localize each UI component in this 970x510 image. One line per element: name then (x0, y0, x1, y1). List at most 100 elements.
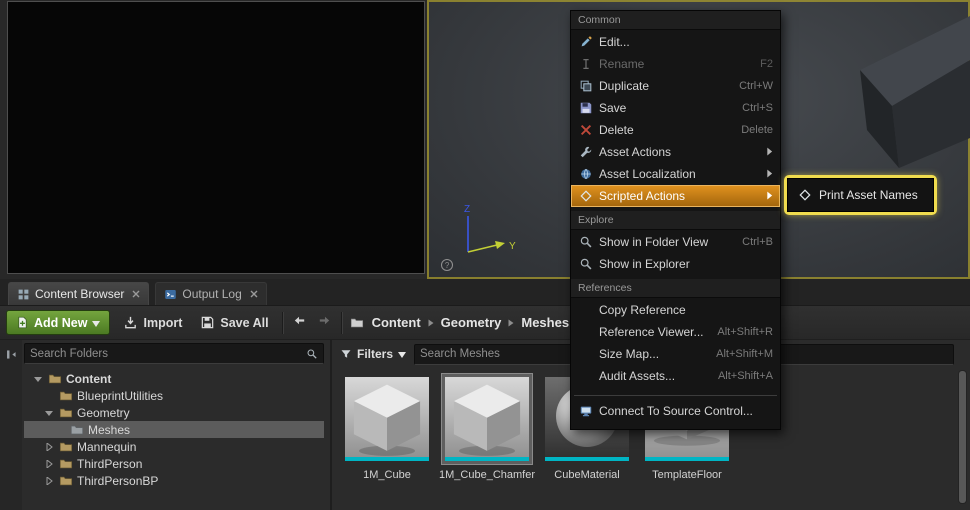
tab-content-browser[interactable]: Content Browser (8, 282, 149, 305)
folder-tree-item-content[interactable]: Content (24, 370, 324, 387)
folder-gold-icon (59, 389, 73, 403)
diamond-icon (578, 189, 594, 203)
menu-item-audit-assets[interactable]: Audit Assets...Alt+Shift+A (571, 365, 780, 387)
expander-collapsed-icon[interactable] (45, 443, 55, 451)
submenu-arrow-icon (766, 145, 773, 159)
asset-tile-1m-cube-chamfer[interactable]: 1M_​Cube_​Chamfer (438, 373, 536, 481)
breadcrumb-item-content[interactable]: Content (372, 315, 421, 330)
menu-item-edit[interactable]: Edit... (571, 31, 780, 53)
back-button[interactable] (291, 313, 308, 333)
sources-panel: ContentBlueprintUtilities Geometry Meshes M… (0, 340, 332, 510)
magnifier-icon (306, 348, 318, 360)
breadcrumb-item-meshes[interactable]: Meshes (521, 315, 569, 330)
save-all-label: Save All (220, 316, 268, 330)
menu-item-label: Asset Actions (599, 145, 761, 159)
tab-output-log[interactable]: Output Log (155, 282, 266, 305)
close-icon[interactable] (129, 290, 140, 298)
menu-item-label: Delete (599, 123, 736, 137)
expander-collapsed-icon[interactable] (45, 460, 55, 468)
import-icon (123, 315, 138, 330)
folder-label: Mannequin (77, 440, 136, 454)
menu-item-reference-viewer[interactable]: Reference Viewer...Alt+Shift+R (571, 321, 780, 343)
search-folders-input[interactable] (30, 348, 302, 360)
import-label: Import (143, 316, 182, 330)
menu-item-duplicate[interactable]: DuplicateCtrl+W (571, 75, 780, 97)
help-icon[interactable]: ? (440, 258, 454, 272)
docked-panel (0, 0, 427, 279)
import-button[interactable]: Import (118, 310, 187, 335)
menu-item-shortcut: Delete (741, 124, 773, 136)
folder-tree-item-mannequin[interactable]: Mannequin (24, 438, 324, 455)
add-new-icon (16, 316, 29, 329)
menu-item-rename[interactable]: RenameF2 (571, 53, 780, 75)
asset-thumbnail (441, 373, 533, 465)
add-new-button[interactable]: Add New (6, 310, 110, 335)
breadcrumb-item-geometry[interactable]: Geometry (441, 315, 502, 330)
breadcrumb: Content Geometry Meshes (372, 315, 570, 330)
asset-thumb-cube (345, 377, 429, 461)
folder-tree-item-geometry[interactable]: Geometry (24, 404, 324, 421)
folder-gold-icon (59, 406, 73, 420)
diamond-icon (798, 188, 812, 202)
menu-item-show-in-explorer[interactable]: Show in Explorer (571, 253, 780, 275)
expander-collapsed-icon[interactable] (45, 477, 55, 485)
magnifier-icon (578, 257, 594, 271)
folder-label: ThirdPerson (77, 457, 142, 471)
menu-item-asset-actions[interactable]: Asset Actions (571, 141, 780, 163)
menu-section: ReferencesCopy ReferenceReference Viewer… (571, 279, 780, 391)
folder-tree-item-thirdperson[interactable]: ThirdPerson (24, 455, 324, 472)
scripted-actions-submenu: Print Asset Names (784, 175, 937, 215)
folder-label: Content (66, 372, 111, 386)
close-icon[interactable] (247, 290, 258, 298)
source-control-icon (578, 404, 594, 418)
submenu-arrow-icon (766, 167, 773, 181)
menu-item-size-map[interactable]: Size Map...Alt+Shift+M (571, 343, 780, 365)
filters-button[interactable]: Filters (340, 347, 406, 361)
asset-type-color-bar (345, 457, 429, 461)
save-all-button[interactable]: Save All (195, 310, 273, 335)
folder-gold-icon (59, 474, 73, 488)
content-browser-icon (17, 288, 30, 301)
menu-item-delete[interactable]: Delete Delete (571, 119, 780, 141)
collapse-sources-icon[interactable] (5, 348, 18, 510)
chevron-down-icon (398, 347, 406, 361)
folder-gold-icon (48, 372, 62, 386)
folder-tree-item-blueprintutilities[interactable]: BlueprintUtilities (24, 387, 324, 404)
scrollbar-thumb[interactable] (959, 371, 966, 503)
folder-tree: ContentBlueprintUtilities Geometry Meshes M… (24, 370, 324, 489)
menu-item-save[interactable]: SaveCtrl+S (571, 97, 780, 119)
folder-plain-icon (70, 423, 84, 437)
content-browser-toolbar: Add New Import Save All Content Geometry M… (0, 306, 970, 340)
folder-label: Meshes (88, 423, 130, 437)
scrollbar[interactable] (958, 370, 967, 504)
menu-item-show-in-folder-view[interactable]: Show in Folder ViewCtrl+B (571, 231, 780, 253)
toolbar-separator (341, 312, 342, 334)
panel-tabbar: Content Browser Output Log (0, 279, 970, 306)
expander-expanded-icon[interactable] (45, 409, 55, 417)
folder-tree-item-thirdpersonbp[interactable]: ThirdPersonBP (24, 472, 324, 489)
menu-section: ExploreShow in Folder ViewCtrl+BShow in … (571, 211, 780, 279)
tab-label: Output Log (182, 287, 241, 301)
menu-item-copy-reference[interactable]: Copy Reference (571, 299, 780, 321)
asset-tile-1m-cube[interactable]: 1M_​Cube (338, 373, 436, 481)
menu-item-shortcut: Alt+Shift+A (718, 370, 773, 382)
folder-label: Geometry (77, 406, 130, 420)
asset-thumbnail (341, 373, 433, 465)
menu-item-asset-localization[interactable]: Asset Localization (571, 163, 780, 185)
folder-tree-item-meshes[interactable]: Meshes (24, 421, 324, 438)
menu-item-connect-to-source-control[interactable]: Connect To Source Control... (571, 400, 780, 422)
submenu-arrow-icon (766, 189, 773, 203)
menu-item-label: Edit... (599, 35, 773, 49)
menu-item-label: Reference Viewer... (599, 325, 712, 339)
menu-item-label: Size Map... (599, 347, 711, 361)
forward-button[interactable] (316, 313, 333, 333)
menu-item-scripted-actions[interactable]: Scripted Actions (571, 185, 780, 207)
menu-item-print-asset-names[interactable]: Print Asset Names (791, 182, 930, 208)
menu-item-shortcut: F2 (760, 58, 773, 70)
expander-expanded-icon[interactable] (34, 375, 44, 383)
globe-icon (578, 167, 594, 181)
folder-search-box[interactable] (24, 343, 324, 364)
folder-gold-icon (59, 440, 73, 454)
menu-item-label: Save (599, 101, 737, 115)
axis-z-label: Z (464, 204, 470, 215)
